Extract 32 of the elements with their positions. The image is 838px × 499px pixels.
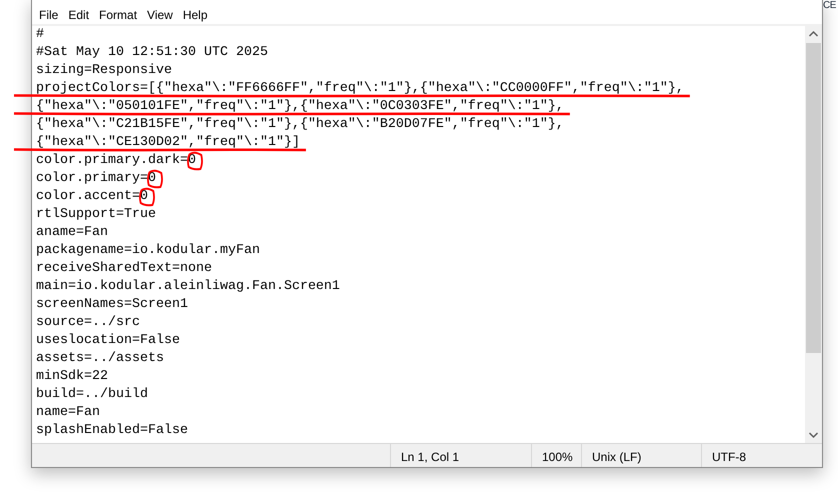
menu-item[interactable]: Help xyxy=(178,6,213,24)
menu-item[interactable]: Format xyxy=(94,6,142,24)
text-line: receiveSharedText=none xyxy=(36,261,212,276)
text-line: {"hexa"\:"050101FE","freq"\:"1"},{"hexa"\:"0C0303FE","freq"\:"1"}, xyxy=(36,99,564,114)
status-text: Unix (LF) xyxy=(592,449,642,466)
text-line: # xyxy=(36,27,44,42)
text-line: {"hexa"\:"CE130D02","freq"\:"1"}] xyxy=(36,135,300,150)
scrollbar[interactable] xyxy=(805,26,822,443)
text-line: source=../src xyxy=(36,315,140,330)
text-line: rtlSupport=True xyxy=(36,207,156,222)
menu-item[interactable]: Edit xyxy=(63,6,94,24)
text-line: sizing=Responsive xyxy=(36,63,172,78)
text-line: projectColors=[{"hexa"\:"FF6666FF","freq"\:"1"},{"hexa"\:"CC0000FF","freq"\:"1"}, xyxy=(36,81,684,96)
status-text: 100% xyxy=(542,449,573,466)
text-line: minSdk=22 xyxy=(36,369,108,384)
menu-item[interactable]: View xyxy=(142,6,178,24)
cut-off-text: CE xyxy=(823,0,836,12)
text-line: build=../build xyxy=(36,387,148,402)
text-line: splashEnabled=False xyxy=(36,423,188,438)
text-line: name=Fan xyxy=(36,405,100,420)
menu-item[interactable]: File xyxy=(34,6,64,24)
text-line: {"hexa"\:"C21B15FE","freq"\:"1"},{"hexa"\:"B20D07FE","freq"\:"1"}, xyxy=(36,117,564,132)
text-line: assets=../assets xyxy=(36,351,164,366)
text-line: useslocation=False xyxy=(36,333,180,348)
text-line: #Sat May 10 12:51:30 UTC 2025 xyxy=(36,45,268,60)
text-line: main=io.kodular.aleinliwag.Fan.Screen1 xyxy=(36,279,340,294)
text-line: aname=Fan xyxy=(36,225,108,240)
status-text: UTF-8 xyxy=(712,449,746,466)
scrollbar-thumb[interactable] xyxy=(806,43,821,353)
status-text: Ln 1, Col 1 xyxy=(401,449,460,466)
text-line: packagename=io.kodular.myFan xyxy=(36,243,260,258)
text-line: screenNames=Screen1 xyxy=(36,297,188,312)
